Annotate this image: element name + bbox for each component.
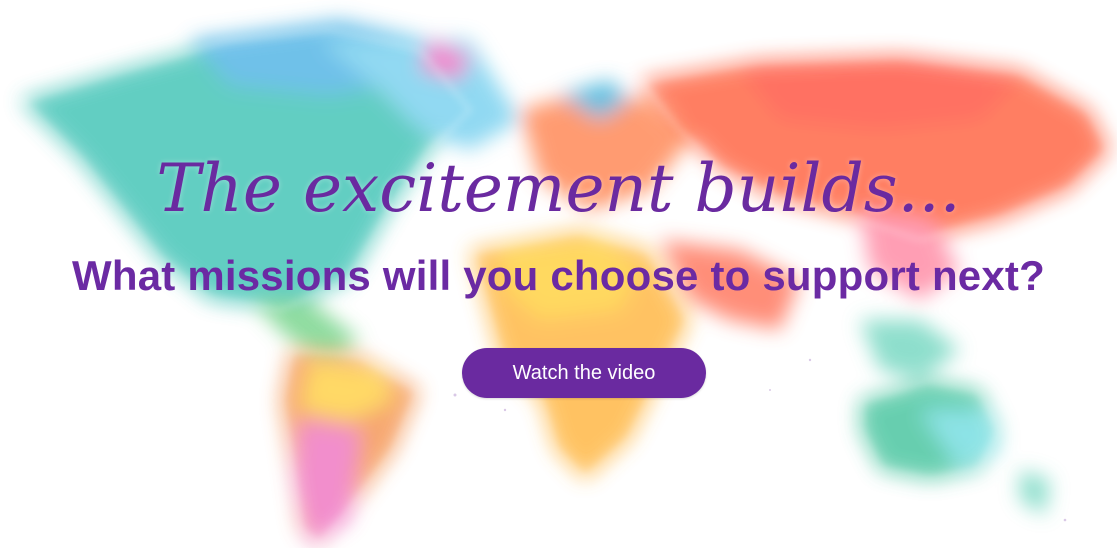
subheadline: What missions will you choose to support… xyxy=(72,252,1045,299)
headline: The excitement builds... xyxy=(156,150,961,227)
watch-video-button[interactable]: Watch the video xyxy=(462,348,706,398)
hero-banner: The excitement builds... What missions w… xyxy=(0,0,1117,548)
watch-video-button-label: Watch the video xyxy=(512,361,656,384)
